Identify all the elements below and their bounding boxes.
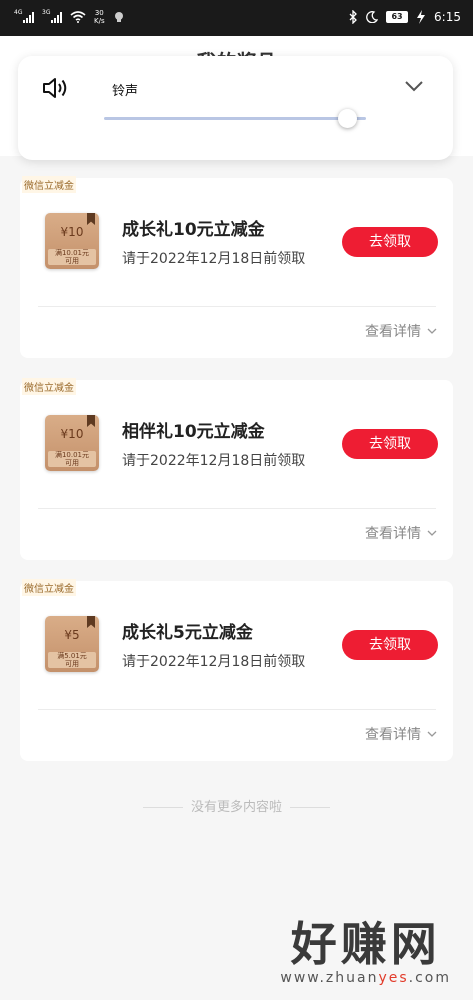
volume-label: 铃声 xyxy=(112,84,139,99)
view-details-link[interactable]: 查看详情 xyxy=(365,523,437,543)
view-details-label: 查看详情 xyxy=(365,526,421,542)
network-speed-unit: K/s xyxy=(94,17,105,25)
status-bar: 4G 3G 30 K/s 63 6:15 xyxy=(0,0,473,36)
divider xyxy=(38,306,436,307)
card-deadline: 请于2022年12月18日前领取 xyxy=(122,251,306,267)
divider xyxy=(38,508,436,509)
network-speed-value: 30 xyxy=(94,9,104,17)
coupon-condition-line-1: 满10.01元 xyxy=(54,249,90,257)
divider xyxy=(142,807,183,808)
coupon-icon: ¥10 满10.01元 可用 xyxy=(45,415,99,471)
charging-icon xyxy=(417,10,426,24)
coupon-icon: ¥5 满5.01元 可用 xyxy=(45,616,99,672)
signal-1-label: 4G xyxy=(14,9,23,16)
wifi-icon xyxy=(70,11,86,23)
end-of-list-text: 没有更多内容啦 xyxy=(190,800,282,815)
claim-button[interactable]: 去领取 xyxy=(342,227,438,257)
coupon-condition-line-2: 可用 xyxy=(65,660,79,668)
signal-icon: 3G xyxy=(42,9,62,23)
status-bar-right: 63 6:15 xyxy=(349,10,461,24)
watermark: 好赚网 www.zhuanyes.com xyxy=(280,918,451,986)
speaker-icon[interactable] xyxy=(42,76,70,100)
clock: 6:15 xyxy=(434,10,461,24)
bluetooth-icon xyxy=(349,10,357,24)
network-speed: 30 K/s xyxy=(94,9,105,25)
view-details-link[interactable]: 查看详情 xyxy=(365,724,437,744)
chevron-down-icon xyxy=(427,731,437,737)
prize-card: 微信立减金 ¥10 满10.01元 可用 成长礼10元立减金 请于2022年12… xyxy=(20,176,453,358)
moon-icon xyxy=(366,11,379,23)
card-deadline: 请于2022年12月18日前领取 xyxy=(122,654,306,670)
volume-panel: 铃声 xyxy=(18,56,453,160)
volume-slider[interactable] xyxy=(104,117,366,120)
app-notification-icon xyxy=(114,12,123,22)
coupon-amount: ¥10 xyxy=(60,427,84,441)
card-title: 成长礼5元立减金 xyxy=(122,623,253,643)
card-tag: 微信立减金 xyxy=(22,579,76,596)
watermark-logo: 好赚网 xyxy=(290,917,441,971)
battery-icon: 63 xyxy=(386,11,409,23)
chevron-down-icon xyxy=(427,328,437,334)
coupon-condition: 满5.01元 可用 xyxy=(48,652,96,668)
card-tag: 微信立减金 xyxy=(22,176,76,193)
volume-slider-thumb[interactable] xyxy=(338,109,358,128)
divider xyxy=(38,709,436,710)
card-tag: 微信立减金 xyxy=(22,378,76,395)
view-details-link[interactable]: 查看详情 xyxy=(365,321,437,341)
claim-button[interactable]: 去领取 xyxy=(342,630,438,660)
coupon-condition-line-2: 可用 xyxy=(65,257,79,265)
coupon-condition-line-1: 满5.01元 xyxy=(57,652,87,660)
bookmark-icon xyxy=(87,213,95,225)
signal-icon: 4G xyxy=(14,9,34,23)
card-title: 成长礼10元立减金 xyxy=(122,220,265,240)
signal-2-label: 3G xyxy=(42,9,51,16)
view-details-label: 查看详情 xyxy=(365,324,421,340)
prize-card: 微信立减金 ¥5 满5.01元 可用 成长礼5元立减金 请于2022年12月18… xyxy=(20,579,453,761)
bookmark-icon xyxy=(87,616,95,628)
chevron-down-icon[interactable] xyxy=(405,80,423,92)
view-details-label: 查看详情 xyxy=(365,727,421,743)
prize-card: 微信立减金 ¥10 满10.01元 可用 相伴礼10元立减金 请于2022年12… xyxy=(20,378,453,560)
coupon-condition-line-1: 满10.01元 xyxy=(54,451,90,459)
bookmark-icon xyxy=(87,415,95,427)
chevron-down-icon xyxy=(427,530,437,536)
card-title: 相伴礼10元立减金 xyxy=(122,422,265,442)
card-deadline: 请于2022年12月18日前领取 xyxy=(122,453,306,469)
coupon-condition: 满10.01元 可用 xyxy=(48,451,96,467)
claim-button[interactable]: 去领取 xyxy=(342,429,438,459)
watermark-url: www.zhuanyes.com xyxy=(280,970,451,986)
status-bar-left: 4G 3G 30 K/s xyxy=(14,9,125,25)
coupon-amount: ¥5 xyxy=(64,628,80,642)
divider xyxy=(290,807,330,808)
coupon-icon: ¥10 满10.01元 可用 xyxy=(45,213,99,269)
coupon-amount: ¥10 xyxy=(60,225,84,239)
coupon-condition-line-2: 可用 xyxy=(65,459,79,467)
end-of-list: 没有更多内容啦 xyxy=(0,796,473,815)
coupon-condition: 满10.01元 可用 xyxy=(48,249,96,265)
